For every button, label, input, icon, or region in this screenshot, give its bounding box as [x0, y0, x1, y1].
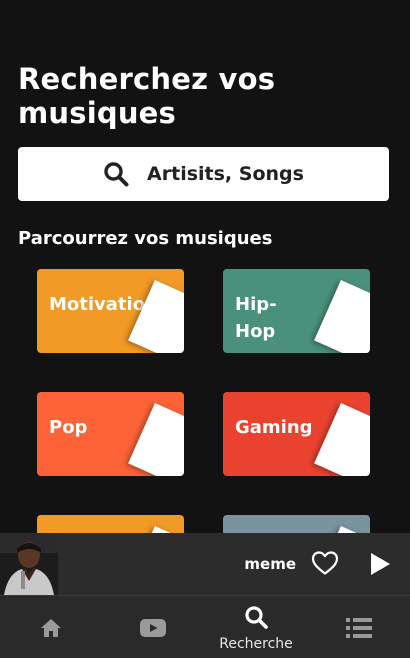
nav-item-search[interactable]: Recherche — [205, 596, 307, 658]
play-icon[interactable] — [368, 551, 392, 577]
home-icon — [41, 619, 61, 637]
genre-label: Hip-Hop — [235, 294, 277, 342]
nav-item-home[interactable] — [0, 596, 102, 658]
genre-label: Gaming — [235, 417, 313, 438]
search-icon — [104, 162, 129, 187]
browse-section-title: Parcourrez vos musiques — [18, 228, 273, 249]
search-placeholder: Artisits, Songs — [147, 163, 304, 185]
search-icon — [245, 606, 268, 629]
genre-label: Motivation — [49, 294, 158, 315]
genre-card-gaming[interactable]: Gaming — [223, 392, 370, 476]
track-title: meme — [244, 555, 296, 573]
youtube-icon — [140, 619, 166, 637]
heart-icon[interactable] — [311, 550, 339, 576]
now-playing-bar[interactable]: meme — [0, 533, 410, 595]
genre-card-pop[interactable]: Pop — [37, 392, 184, 476]
genre-card-hip-hop[interactable]: Hip-Hop — [223, 269, 370, 353]
list-icon — [346, 618, 372, 638]
genre-card-motivation[interactable]: Motivation — [37, 269, 184, 353]
nav-item-list[interactable] — [308, 596, 410, 658]
album-cover-image — [0, 533, 58, 595]
genre-label: Pop — [49, 417, 88, 438]
genre-artwork — [314, 280, 370, 353]
nav-item-youtube[interactable] — [102, 596, 204, 658]
nav-label-search: Recherche — [219, 636, 293, 652]
album-cover[interactable] — [0, 533, 58, 595]
search-bar[interactable]: Artisits, Songs — [18, 147, 389, 201]
page-title: Recherchez vos musiques — [18, 62, 276, 130]
bottom-navigation: Recherche — [0, 595, 410, 658]
